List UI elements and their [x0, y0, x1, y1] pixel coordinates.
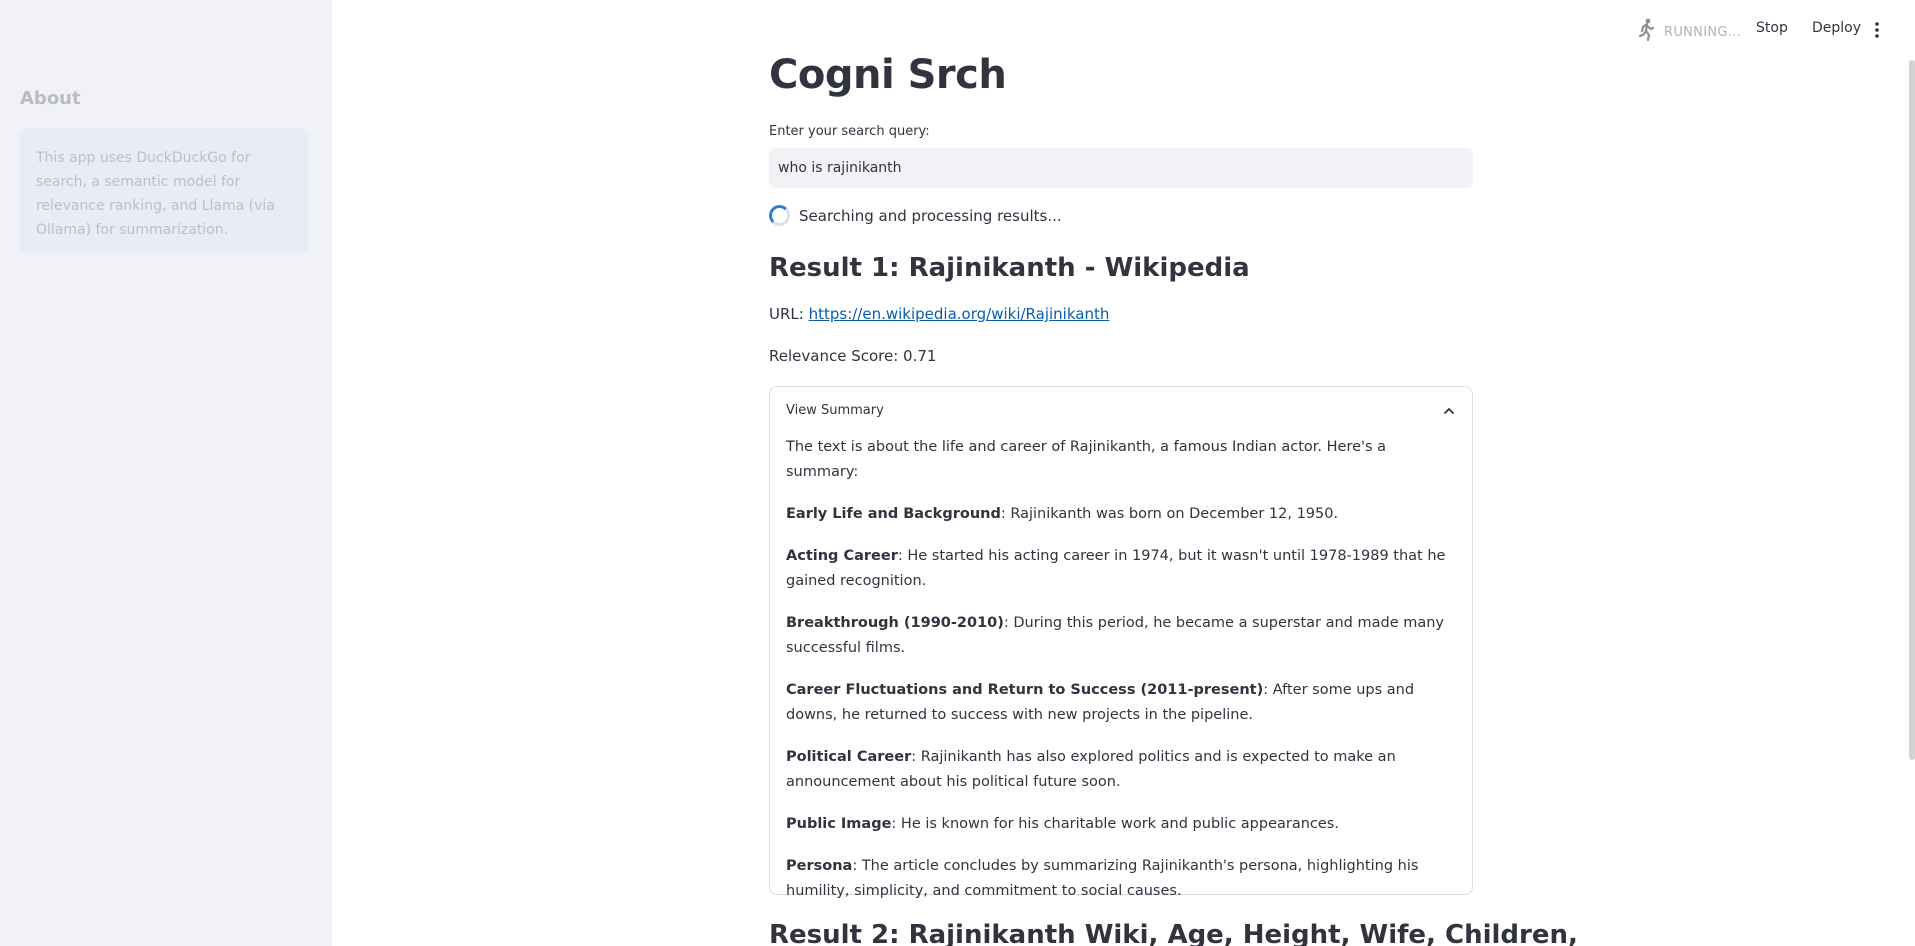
result-1-link[interactable]: https://en.wikipedia.org/wiki/Rajinikant…	[809, 305, 1110, 323]
page-title: Cogni Srch	[769, 52, 1007, 98]
summary-item-head: Acting Career	[786, 548, 898, 564]
sidebar-title: About	[20, 88, 81, 109]
sidebar-info-box: This app uses DuckDuckGo for search, a s…	[20, 128, 308, 255]
summary-item-head: Career Fluctuations and Return to Succes…	[786, 682, 1264, 698]
summary-item-text: : He is known for his charitable work an…	[891, 816, 1339, 832]
query-label: Enter your search query:	[769, 124, 930, 139]
chevron-up-icon	[1442, 404, 1456, 422]
stop-button[interactable]: Stop	[1756, 20, 1788, 36]
search-input[interactable]	[769, 148, 1473, 188]
running-status: RUNNING...	[1636, 18, 1741, 46]
scrollbar[interactable]	[1909, 60, 1915, 760]
summary-item-text: : The article concludes by summarizing R…	[786, 858, 1419, 899]
running-man-icon	[1636, 18, 1656, 46]
summary-item-text: : Rajinikanth was born on December 12, 1…	[1000, 506, 1339, 522]
expander-header[interactable]: View Summary	[786, 403, 1456, 418]
status-text: RUNNING...	[1664, 24, 1742, 40]
summary-expander: View Summary The text is about the life …	[769, 386, 1473, 899]
result-2-title: Result 2: Rajinikanth Wiki, Age, Height,…	[769, 920, 1578, 946]
result-1-title: Result 1: Rajinikanth - Wikipedia	[769, 253, 1250, 283]
relevance-score: Relevance Score: 0.71	[769, 347, 937, 365]
summary-item: Public Image: He is known for his charit…	[786, 812, 1456, 837]
summary-body: The text is about the life and career of…	[786, 435, 1456, 921]
summary-item-head: Public Image	[786, 816, 892, 832]
url-prefix: URL:	[769, 305, 809, 323]
summary-item: Career Fluctuations and Return to Succes…	[786, 678, 1456, 728]
summary-item: Breakthrough (1990-2010): During this pe…	[786, 611, 1456, 661]
result-1-url-line: URL: https://en.wikipedia.org/wiki/Rajin…	[769, 305, 1109, 323]
spinner-text: Searching and processing results...	[799, 206, 1062, 225]
expander-label: View Summary	[786, 403, 884, 418]
spinner-row: Searching and processing results...	[769, 205, 1062, 226]
summary-item: Political Career: Rajinikanth has also e…	[786, 745, 1456, 795]
kebab-menu-icon[interactable]	[1870, 21, 1884, 43]
sidebar: About This app uses DuckDuckGo for searc…	[0, 0, 332, 946]
summary-item-head: Persona	[786, 858, 853, 874]
loading-spinner-icon	[769, 205, 790, 226]
summary-item: Early Life and Background: Rajinikanth w…	[786, 502, 1456, 527]
summary-intro: The text is about the life and career of…	[786, 439, 1387, 480]
summary-item: Acting Career: He started his acting car…	[786, 544, 1456, 594]
summary-item-head: Breakthrough (1990-2010)	[786, 615, 1004, 631]
summary-item-head: Political Career	[786, 749, 912, 765]
summary-item-head: Early Life and Background	[786, 506, 1001, 522]
deploy-button[interactable]: Deploy	[1812, 20, 1861, 36]
summary-item: Persona: The article concludes by summar…	[786, 854, 1456, 904]
